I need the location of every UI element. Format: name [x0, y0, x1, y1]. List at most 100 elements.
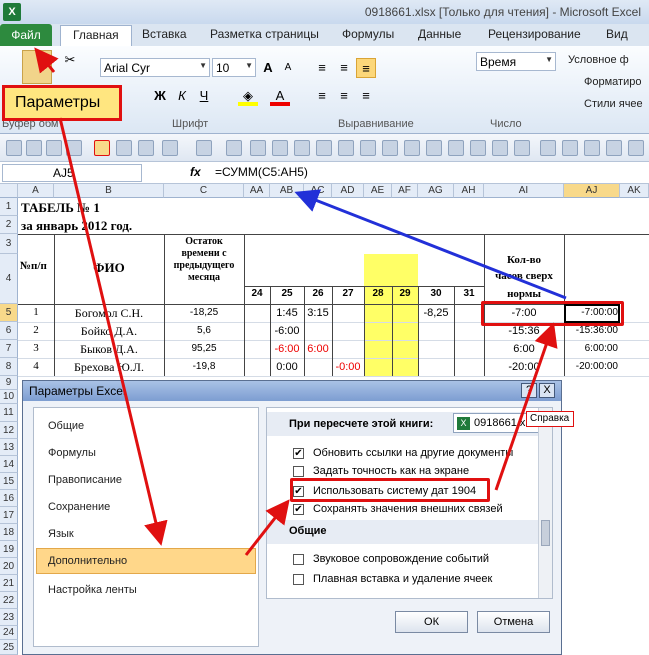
- row-header[interactable]: 16: [0, 490, 18, 507]
- header-rest-4[interactable]: месяца: [164, 272, 244, 283]
- row-header[interactable]: 10: [0, 390, 18, 404]
- header-day[interactable]: 30: [418, 288, 454, 299]
- help-button[interactable]: ?: [521, 383, 537, 398]
- column-header[interactable]: A: [18, 184, 54, 198]
- toolbar-icon[interactable]: [628, 140, 644, 156]
- row-header[interactable]: 9: [0, 376, 18, 390]
- row-header[interactable]: 15: [0, 473, 18, 490]
- tab-formulas[interactable]: Формулы: [342, 27, 394, 41]
- header-day[interactable]: 24: [244, 288, 270, 299]
- toolbar-icon[interactable]: [448, 140, 464, 156]
- toolbar-icon[interactable]: [338, 140, 354, 156]
- row-header[interactable]: 21: [0, 575, 18, 592]
- row-header[interactable]: 20: [0, 558, 18, 575]
- row-header[interactable]: 14: [0, 456, 18, 473]
- toolbar-icon[interactable]: [606, 140, 622, 156]
- header-day[interactable]: 26: [304, 288, 332, 299]
- cell-rest[interactable]: -18,25: [164, 307, 244, 318]
- close-button[interactable]: X: [539, 383, 555, 398]
- checkbox-update-links[interactable]: ✔: [293, 448, 304, 459]
- header-rest-3[interactable]: предыдущего: [164, 260, 244, 271]
- toolbar-icon[interactable]: [514, 140, 530, 156]
- cell-day[interactable]: 0:00: [270, 361, 304, 373]
- row-header[interactable]: 19: [0, 541, 18, 558]
- toolbar-icon[interactable]: [116, 140, 132, 156]
- row-header[interactable]: 24: [0, 626, 18, 640]
- toolbar-icon[interactable]: [272, 140, 288, 156]
- nav-customize-ribbon[interactable]: Настройка ленты: [48, 584, 137, 596]
- cell-rest[interactable]: 95,25: [164, 343, 244, 354]
- header-rest-1[interactable]: Остаток: [164, 236, 244, 247]
- toolbar-icon[interactable]: [492, 140, 508, 156]
- name-box[interactable]: AJ5: [2, 164, 142, 182]
- toolbar-icon[interactable]: [294, 140, 310, 156]
- row-header[interactable]: 5: [0, 304, 18, 322]
- cell-fio[interactable]: Быков Д.А.: [54, 342, 164, 357]
- tab-file[interactable]: Файл: [0, 24, 52, 46]
- checkbox-save-external[interactable]: ✔: [293, 504, 304, 515]
- cell-day[interactable]: 1:45: [270, 307, 304, 319]
- toolbar-icon[interactable]: [562, 140, 578, 156]
- cell-rest[interactable]: 5,6: [164, 325, 244, 336]
- header-over-2[interactable]: часов сверх: [484, 270, 564, 282]
- fill-color-icon[interactable]: ◈: [238, 86, 258, 106]
- cell-day[interactable]: -0:00: [332, 361, 364, 373]
- row-header[interactable]: 22: [0, 592, 18, 609]
- row-header[interactable]: 6: [0, 322, 18, 340]
- row-header[interactable]: 23: [0, 609, 18, 626]
- header-rest-2[interactable]: времени с: [164, 248, 244, 259]
- header-over-1[interactable]: Кол-во: [484, 254, 564, 266]
- checkbox-sound[interactable]: [293, 554, 304, 565]
- row-header[interactable]: 4: [0, 254, 18, 304]
- column-header[interactable]: B: [54, 184, 164, 198]
- paste-icon[interactable]: [22, 50, 52, 84]
- cell-over[interactable]: -15:36: [484, 325, 564, 337]
- column-header[interactable]: AG: [418, 184, 454, 198]
- checkbox-animation[interactable]: [293, 574, 304, 585]
- row-header[interactable]: 13: [0, 439, 18, 456]
- cell-aj[interactable]: -20:00:00: [564, 361, 618, 372]
- cell-aj[interactable]: 6:00:00: [564, 343, 618, 354]
- toolbar-icon[interactable]: [470, 140, 486, 156]
- shrink-font-icon[interactable]: A: [278, 58, 298, 78]
- toolbar-icon[interactable]: [6, 140, 22, 156]
- tab-view[interactable]: Вид: [606, 27, 628, 41]
- cell-fio[interactable]: Богомол С.Н.: [54, 306, 164, 321]
- cell-aj[interactable]: -15:36:00: [564, 325, 618, 336]
- row-header[interactable]: 7: [0, 340, 18, 358]
- column-header[interactable]: C: [164, 184, 244, 198]
- select-all-corner[interactable]: [0, 184, 18, 198]
- grow-font-icon[interactable]: A: [258, 58, 278, 78]
- cut-icon[interactable]: ✂: [60, 50, 80, 70]
- underline-button[interactable]: Ч: [194, 86, 214, 106]
- header-day[interactable]: 29: [392, 288, 418, 299]
- tab-page-layout[interactable]: Разметка страницы: [210, 27, 319, 41]
- tab-data[interactable]: Данные: [418, 27, 461, 41]
- cell-day[interactable]: 6:00: [304, 343, 332, 355]
- font-name-combo[interactable]: Arial Cyr ▼: [100, 58, 210, 77]
- toolbar-icon[interactable]: [360, 140, 376, 156]
- column-header[interactable]: AC: [304, 184, 332, 198]
- toolbar-icon[interactable]: [382, 140, 398, 156]
- column-header[interactable]: AI: [484, 184, 564, 198]
- tab-home[interactable]: Главная: [60, 25, 132, 46]
- nav-general[interactable]: Общие: [48, 420, 84, 432]
- cell-styles-button[interactable]: Стили ячее: [584, 98, 643, 110]
- conditional-format-button[interactable]: Условное ф: [568, 54, 629, 66]
- cell-day[interactable]: -6:00: [270, 343, 304, 355]
- toolbar-icon[interactable]: [46, 140, 62, 156]
- column-header[interactable]: AE: [364, 184, 392, 198]
- cell-fio[interactable]: Брехова Ю.Л.: [54, 360, 164, 375]
- column-header[interactable]: AA: [244, 184, 270, 198]
- options-scrollbar[interactable]: [538, 408, 552, 598]
- toolbar-icon[interactable]: [426, 140, 442, 156]
- save-icon[interactable]: [138, 140, 154, 156]
- column-header[interactable]: AH: [454, 184, 484, 198]
- toolbar-icon[interactable]: [66, 140, 82, 156]
- header-day[interactable]: 31: [454, 288, 484, 299]
- header-num[interactable]: №п/п: [20, 260, 47, 272]
- cell-fio[interactable]: Бойко Д.А.: [54, 324, 164, 339]
- toolbar-icon[interactable]: [226, 140, 242, 156]
- excel-app-icon[interactable]: X: [3, 3, 21, 21]
- lock-icon[interactable]: [94, 140, 110, 156]
